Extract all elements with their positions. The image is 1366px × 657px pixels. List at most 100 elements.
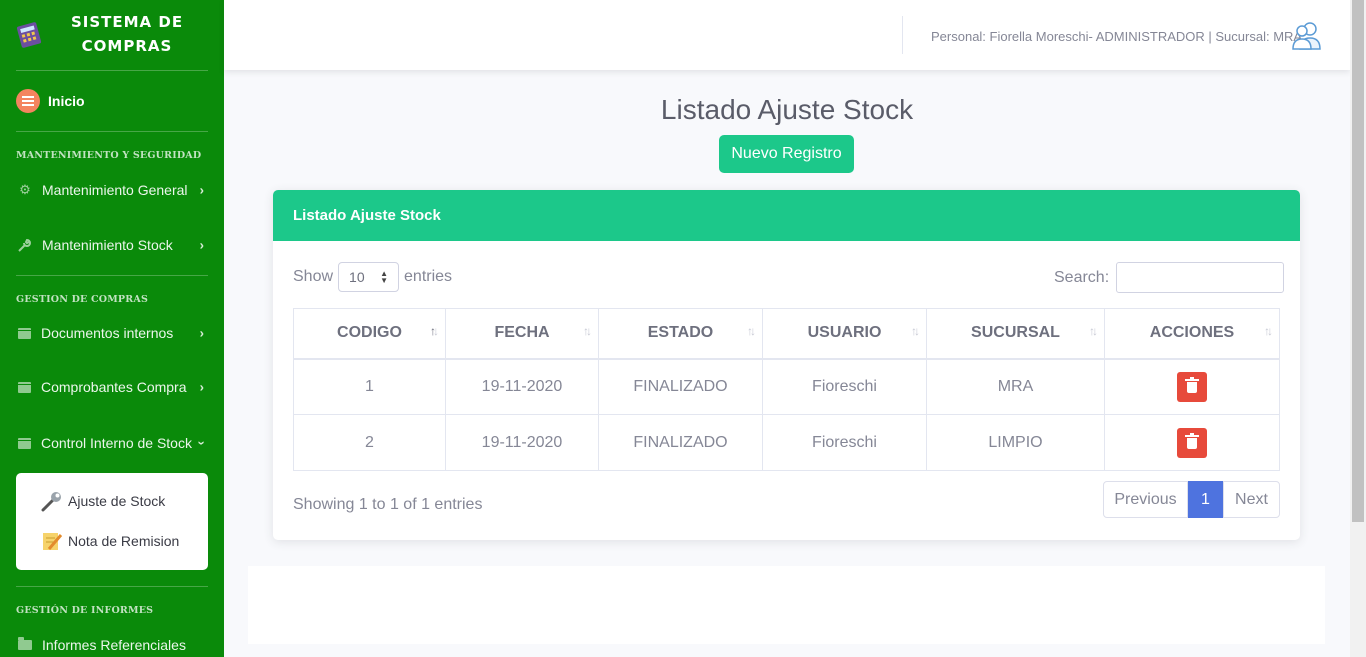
sort-icon: ↑↓: [1089, 324, 1098, 338]
column-header-estado[interactable]: ESTADO ↑↓: [598, 308, 763, 360]
delete-button[interactable]: [1177, 427, 1207, 458]
column-header-usuario[interactable]: USUARIO ↑↓: [762, 308, 927, 360]
table-info: Showing 1 to 1 of 1 entries: [293, 496, 483, 513]
page-length-control: Show 10 ▲ ▼ entries: [293, 262, 452, 292]
chevron-right-icon: ›: [199, 182, 204, 198]
user-avatar-icon[interactable]: [1290, 20, 1322, 50]
calculator-logo-icon: [14, 20, 44, 50]
sidebar-heading-informes: GESTIÓN DE INFORMES: [16, 605, 154, 616]
cell-codigo: 1: [293, 358, 446, 415]
sidebar-heading-gestion-compras: GESTION DE COMPRAS: [16, 294, 149, 305]
brand[interactable]: SISTEMA DE COMPRAS: [0, 0, 224, 70]
cell-usuario: Fioreschi: [762, 358, 927, 415]
page-title: Listado Ajuste Stock: [660, 94, 914, 125]
select-arrows-icon: ▲ ▼: [380, 269, 389, 285]
submenu-item-nota-remision[interactable]: Nota de Remision: [16, 521, 208, 561]
sort-icon: ↑↓: [583, 324, 592, 338]
cell-estado: FINALIZADO: [598, 414, 763, 471]
trash-icon: [1185, 432, 1199, 449]
chevron-right-icon: ›: [199, 379, 204, 395]
table-row: 2 19-11-2020 FINALIZADO Fioreschi LIMPIO: [293, 414, 1280, 471]
archive-icon: [18, 327, 31, 339]
cell-acciones: [1104, 414, 1280, 471]
footer-panel: [248, 566, 1325, 644]
sidebar-item-label: Informes Referenciales: [42, 637, 186, 653]
sidebar-item-label: Mantenimiento General: [42, 182, 188, 198]
pagination-next[interactable]: Next: [1223, 481, 1280, 518]
wrench-icon: [18, 238, 32, 252]
dashboard-icon: [16, 89, 40, 113]
column-header-label: ESTADO: [647, 324, 714, 342]
note-pencil-icon: [40, 529, 64, 553]
column-header-sucursal[interactable]: SUCURSAL ↑↓: [926, 308, 1105, 360]
user-info[interactable]: Personal: Fiorella Moreschi- ADMINISTRAD…: [931, 29, 1302, 44]
sidebar-item-control-interno-stock[interactable]: Control Interno de Stock ›: [0, 415, 224, 471]
topbar: Personal: Fiorella Moreschi- ADMINISTRAD…: [224, 0, 1350, 70]
sidebar-heading-mantenimiento: MANTENIMIENTO Y SEGURIDAD: [16, 150, 202, 161]
new-record-button[interactable]: Nuevo Registro: [719, 135, 854, 173]
column-header-label: ACCIONES: [1149, 324, 1235, 342]
sidebar-item-documentos-internos[interactable]: Documentos internos ›: [0, 307, 224, 359]
chevron-right-icon: ›: [199, 237, 204, 253]
brand-title: SISTEMA DE COMPRAS: [52, 10, 202, 58]
topbar-divider: [902, 16, 903, 54]
column-header-acciones[interactable]: ACCIONES ↑↓: [1104, 308, 1280, 360]
table-row: 1 19-11-2020 FINALIZADO Fioreschi MRA: [293, 358, 1280, 415]
scrollbar-thumb[interactable]: [1352, 0, 1364, 522]
cell-sucursal: MRA: [926, 358, 1105, 415]
column-header-codigo[interactable]: CODIGO ↑↓: [293, 308, 446, 360]
submenu-control-interno: Ajuste de Stock Nota de Remision: [16, 473, 208, 570]
sort-icon: ↑↓: [747, 324, 756, 338]
sidebar-item-informes-referenciales[interactable]: Informes Referenciales: [0, 620, 224, 657]
sidebar-item-mantenimiento-stock[interactable]: Mantenimiento Stock ›: [0, 215, 224, 275]
pagination-previous[interactable]: Previous: [1103, 481, 1188, 518]
chevron-right-icon: ›: [199, 325, 204, 341]
submenu-item-label: Nota de Remision: [68, 533, 180, 549]
entries-label: entries: [404, 268, 453, 285]
sidebar: SISTEMA DE COMPRAS Inicio MANTENIMIENTO …: [0, 0, 224, 657]
sidebar-item-mantenimiento-general[interactable]: ⚙ Mantenimiento General ›: [0, 165, 224, 215]
stock-adjustment-table: CODIGO ↑↓ FECHA ↑↓ ESTADO ↑↓ USUARIO ↑↓ SUCU…: [293, 308, 1280, 471]
brand-line-2: COMPRAS: [81, 37, 173, 55]
cell-estado: FINALIZADO: [598, 358, 763, 415]
search-label: Search:: [1054, 268, 1110, 286]
sort-icon: ↑↓: [1264, 324, 1273, 338]
sidebar-item-label: Control Interno de Stock: [41, 435, 192, 451]
column-header-label: FECHA: [494, 324, 550, 342]
sidebar-item-comprobantes-compra[interactable]: Comprobantes Compra ›: [0, 359, 224, 415]
column-header-label: SUCURSAL: [971, 324, 1060, 342]
archive-icon: [18, 437, 31, 449]
cell-acciones: [1104, 358, 1280, 415]
submenu-item-ajuste-stock[interactable]: Ajuste de Stock: [16, 481, 208, 521]
chevron-down-icon: ›: [194, 440, 210, 446]
page-length-select[interactable]: 10 ▲ ▼: [338, 262, 400, 292]
show-label: Show: [293, 268, 334, 285]
cell-fecha: 19-11-2020: [445, 358, 599, 415]
cell-sucursal: LIMPIO: [926, 414, 1105, 471]
wrench-icon: [40, 489, 64, 513]
cell-codigo: 2: [293, 414, 446, 471]
sidebar-item-inicio[interactable]: Inicio: [0, 71, 224, 131]
sidebar-item-label: Documentos internos: [41, 325, 174, 341]
brand-line-1: SISTEMA DE: [70, 13, 184, 31]
cell-usuario: Fioreschi: [762, 414, 927, 471]
page-scrollbar[interactable]: [1350, 0, 1366, 657]
submenu-item-label: Ajuste de Stock: [68, 493, 166, 509]
folder-icon: [18, 637, 32, 650]
sidebar-item-label: Mantenimiento Stock: [42, 237, 173, 253]
column-header-label: CODIGO: [337, 324, 402, 342]
pagination-page-1[interactable]: 1: [1188, 481, 1223, 518]
archive-icon: [18, 381, 31, 393]
stock-adjustment-card: Listado Ajuste Stock Show 10 ▲ ▼ entries …: [273, 190, 1300, 540]
page-length-value: 10: [349, 269, 365, 285]
gear-icon: ⚙: [19, 182, 31, 197]
delete-button[interactable]: [1177, 371, 1207, 402]
pagination: Previous 1 Next: [1103, 481, 1280, 518]
cell-fecha: 19-11-2020: [445, 414, 599, 471]
sort-icon: ↑↓: [911, 324, 920, 338]
column-header-fecha[interactable]: FECHA ↑↓: [445, 308, 599, 360]
column-header-label: USUARIO: [807, 324, 882, 342]
card-title: Listado Ajuste Stock: [273, 190, 1300, 241]
search-input[interactable]: [1116, 262, 1285, 293]
sidebar-item-label: Comprobantes Compra: [41, 379, 187, 395]
